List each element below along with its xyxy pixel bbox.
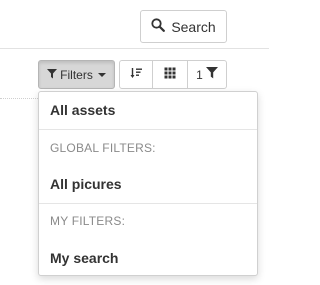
sort-icon xyxy=(130,67,142,82)
active-filters-count: 1 xyxy=(196,67,203,82)
sort-button[interactable] xyxy=(120,61,153,88)
my-filters-header: MY FILTERS: xyxy=(50,214,126,228)
filters-dropdown-button[interactable]: Filters xyxy=(38,60,115,89)
menu-item-my-filter[interactable]: My search xyxy=(50,250,118,266)
chevron-down-icon xyxy=(97,72,106,77)
filter-icon xyxy=(47,68,58,82)
grid-view-button[interactable] xyxy=(153,61,188,88)
global-filters-header: GLOBAL FILTERS: xyxy=(50,141,156,155)
search-button[interactable]: Search xyxy=(140,10,227,43)
menu-item-global-filter[interactable]: All picures xyxy=(50,176,122,192)
view-options-group: 1 xyxy=(119,60,227,89)
menu-divider xyxy=(39,203,257,204)
header-divider xyxy=(0,48,269,49)
search-button-label: Search xyxy=(171,18,216,35)
filters-label: Filters xyxy=(60,67,93,82)
menu-item-all-assets[interactable]: All assets xyxy=(50,102,115,118)
filter-icon xyxy=(205,67,218,82)
filters-dropdown-menu: All assets GLOBAL FILTERS: All picures M… xyxy=(38,91,258,276)
page: Search Filters 1 All assets GLOBAL FILTE… xyxy=(0,0,269,285)
menu-divider xyxy=(39,129,257,130)
dotted-divider xyxy=(0,98,40,99)
search-icon xyxy=(151,18,166,35)
active-filters-count-button[interactable]: 1 xyxy=(188,61,226,88)
grid-icon xyxy=(164,67,176,82)
